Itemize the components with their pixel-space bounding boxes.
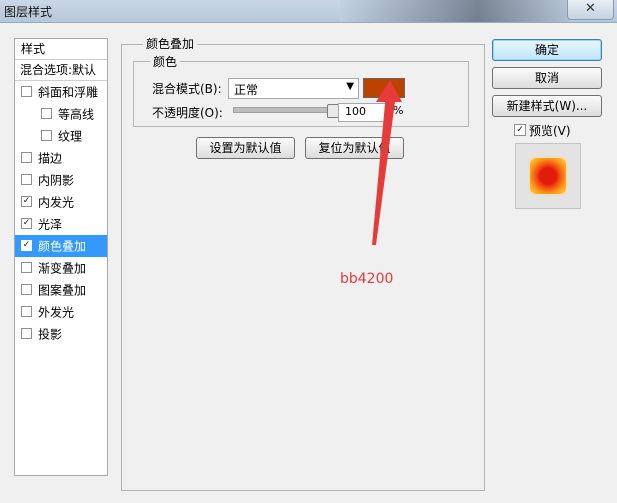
arrow-shaft (372, 93, 396, 245)
annotation-hex-label: bb4200 (340, 271, 394, 287)
arrow-head (376, 80, 402, 102)
annotation-arrow (372, 80, 402, 245)
